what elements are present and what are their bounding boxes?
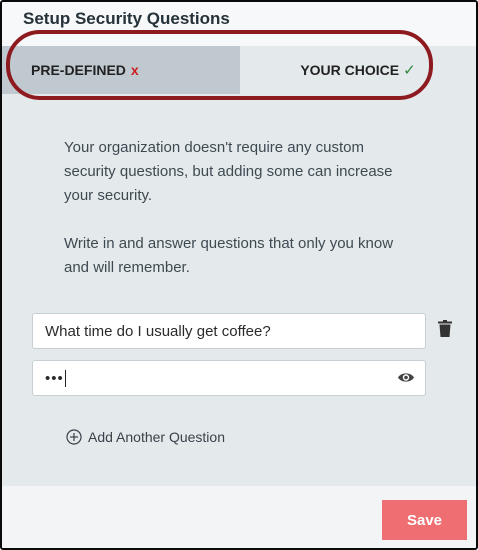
- dialog-footer: Save: [2, 486, 476, 548]
- tab-content-panel: Your organization doesn't require any cu…: [2, 94, 476, 486]
- tab-pre-defined[interactable]: PRE-DEFINED x: [2, 46, 240, 94]
- answer-masked-value: •••: [45, 369, 64, 387]
- tab-pre-defined-label: PRE-DEFINED: [31, 62, 126, 78]
- check-icon: ✓: [403, 62, 416, 79]
- question-input[interactable]: What time do I usually get coffee?: [32, 313, 426, 349]
- plus-circle-icon: [66, 429, 82, 445]
- dialog-header: Setup Security Questions: [2, 2, 476, 46]
- answer-password-input[interactable]: •••: [32, 360, 426, 396]
- instruction-paragraph: Write in and answer questions that only …: [64, 235, 394, 276]
- description-paragraph: Your organization doesn't require any cu…: [64, 139, 393, 204]
- add-another-question-button[interactable]: Add Another Question: [66, 429, 225, 445]
- save-button[interactable]: Save: [382, 500, 467, 540]
- text-caret: [64, 369, 66, 387]
- question-input-value: What time do I usually get coffee?: [45, 322, 271, 340]
- eye-icon[interactable]: [397, 371, 415, 384]
- add-another-question-label: Add Another Question: [88, 429, 225, 445]
- tab-bar: PRE-DEFINED x YOUR CHOICE ✓: [2, 46, 476, 94]
- trash-icon[interactable]: [438, 320, 452, 337]
- tab-your-choice[interactable]: YOUR CHOICE ✓: [240, 46, 476, 94]
- tab-your-choice-label: YOUR CHOICE: [300, 62, 400, 78]
- page-title: Setup Security Questions: [23, 9, 230, 28]
- x-icon: x: [130, 62, 139, 78]
- security-questions-dialog: Setup Security Questions PRE-DEFINED x Y…: [0, 0, 478, 550]
